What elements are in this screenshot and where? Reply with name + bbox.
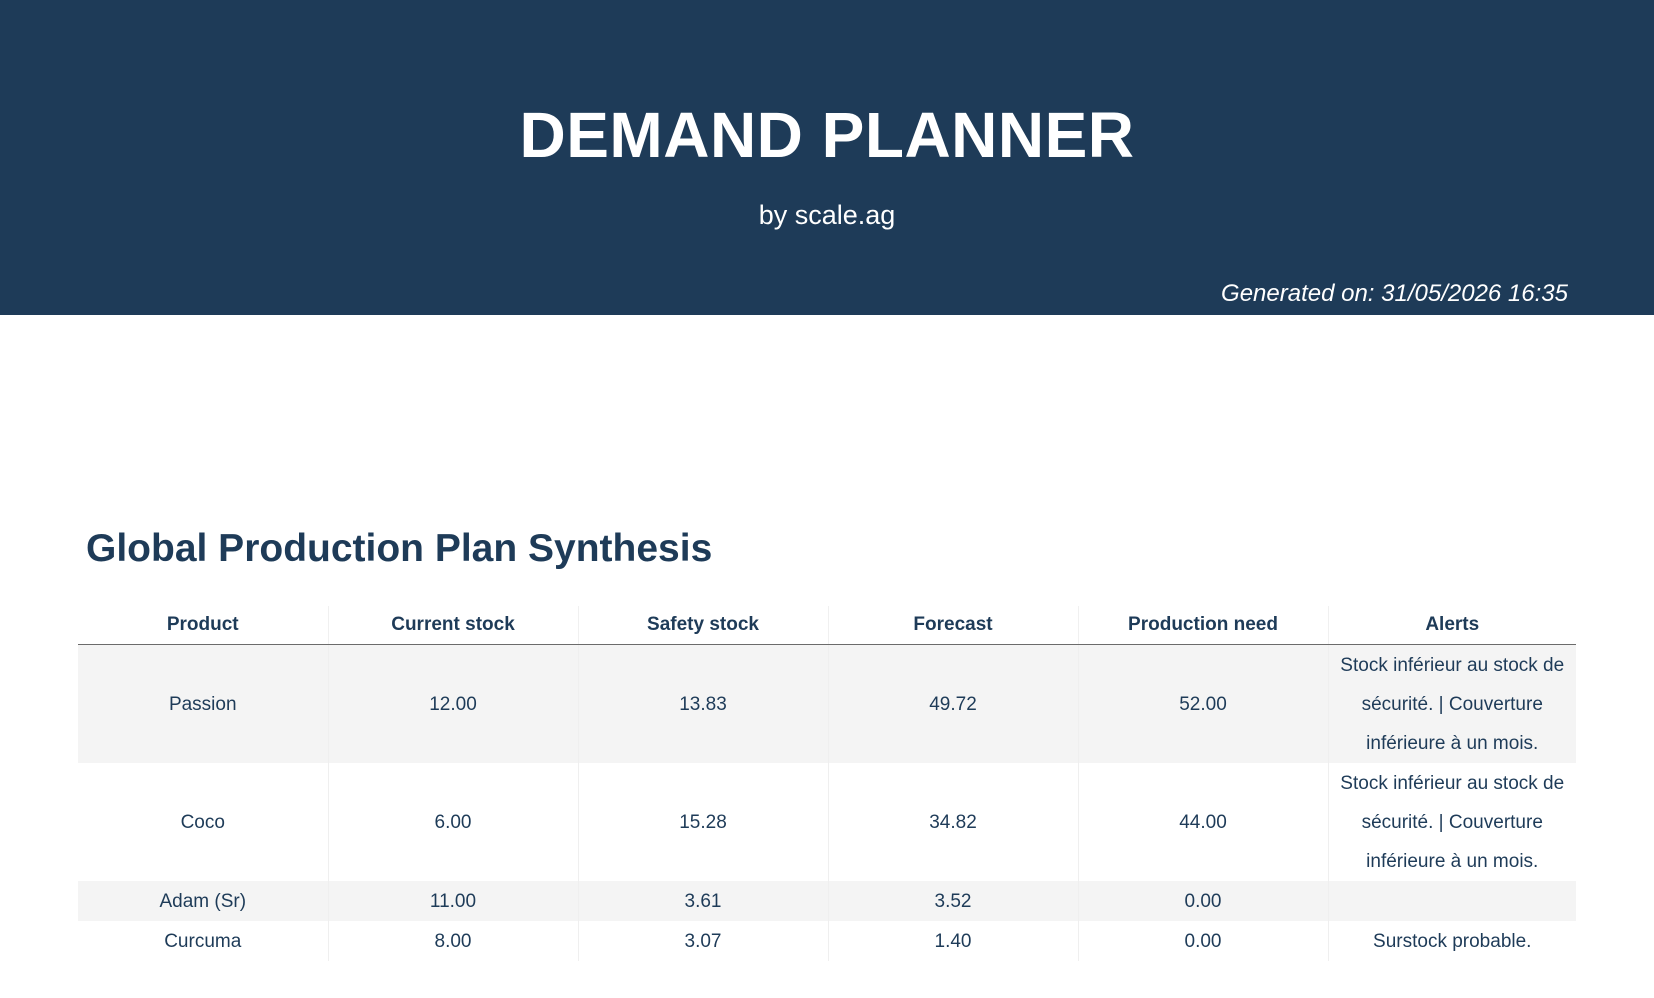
section-title: Global Production Plan Synthesis: [86, 527, 713, 570]
column-header-alerts: Alerts: [1328, 606, 1576, 645]
cell-safety-stock: 13.83: [578, 644, 829, 763]
cell-safety-stock: 3.07: [578, 921, 829, 961]
table-row: Curcuma 8.00 3.07 1.40 0.00 Surstock pro…: [78, 921, 1576, 961]
generated-timestamp: Generated on: 31/05/2026 16:35: [1221, 280, 1568, 307]
cell-product: Passion: [78, 644, 329, 763]
table-row: Coco 6.00 15.28 34.82 44.00 Stock inféri…: [78, 763, 1576, 881]
column-header-product: Product: [78, 606, 329, 645]
cell-current-stock: 6.00: [328, 763, 579, 881]
cell-product: Coco: [78, 763, 329, 881]
cell-production-need: 52.00: [1078, 644, 1329, 763]
cell-current-stock: 12.00: [328, 644, 579, 763]
column-header-production-need: Production need: [1078, 606, 1329, 645]
cell-safety-stock: 15.28: [578, 763, 829, 881]
cell-forecast: 34.82: [828, 763, 1079, 881]
cell-production-need: 0.00: [1078, 881, 1329, 921]
cell-current-stock: 8.00: [328, 921, 579, 961]
cell-safety-stock: 3.61: [578, 881, 829, 921]
column-header-forecast: Forecast: [828, 606, 1079, 645]
cell-alerts: Stock inférieur au stock de sécurité. | …: [1340, 772, 1565, 872]
cell-alerts: [1328, 881, 1576, 921]
report-header: DEMAND PLANNER by scale.ag Generated on:…: [0, 0, 1654, 315]
table-row: Adam (Sr) 11.00 3.61 3.52 0.00: [78, 881, 1576, 921]
table-row: Passion 12.00 13.83 49.72 52.00 Stock in…: [78, 644, 1576, 763]
app-title: DEMAND PLANNER: [519, 99, 1135, 171]
cell-production-need: 0.00: [1078, 921, 1329, 961]
cell-current-stock: 11.00: [328, 881, 579, 921]
report-page: DEMAND PLANNER by scale.ag Generated on:…: [0, 0, 1654, 998]
cell-production-need: 44.00: [1078, 763, 1329, 881]
cell-alerts: Surstock probable.: [1373, 930, 1532, 952]
column-header-current-stock: Current stock: [328, 606, 579, 645]
cell-product: Curcuma: [78, 921, 329, 961]
column-header-safety-stock: Safety stock: [578, 606, 829, 645]
cell-forecast: 1.40: [828, 921, 1079, 961]
cell-forecast: 3.52: [828, 881, 1079, 921]
cell-forecast: 49.72: [828, 644, 1079, 763]
cell-alerts: Stock inférieur au stock de sécurité. | …: [1328, 644, 1576, 763]
cell-product: Adam (Sr): [78, 881, 329, 921]
production-plan-table: Product Current stock Safety stock Forec…: [78, 606, 1576, 961]
table-header-row: Product Current stock Safety stock Forec…: [78, 606, 1576, 645]
app-subtitle: by scale.ag: [758, 200, 896, 230]
